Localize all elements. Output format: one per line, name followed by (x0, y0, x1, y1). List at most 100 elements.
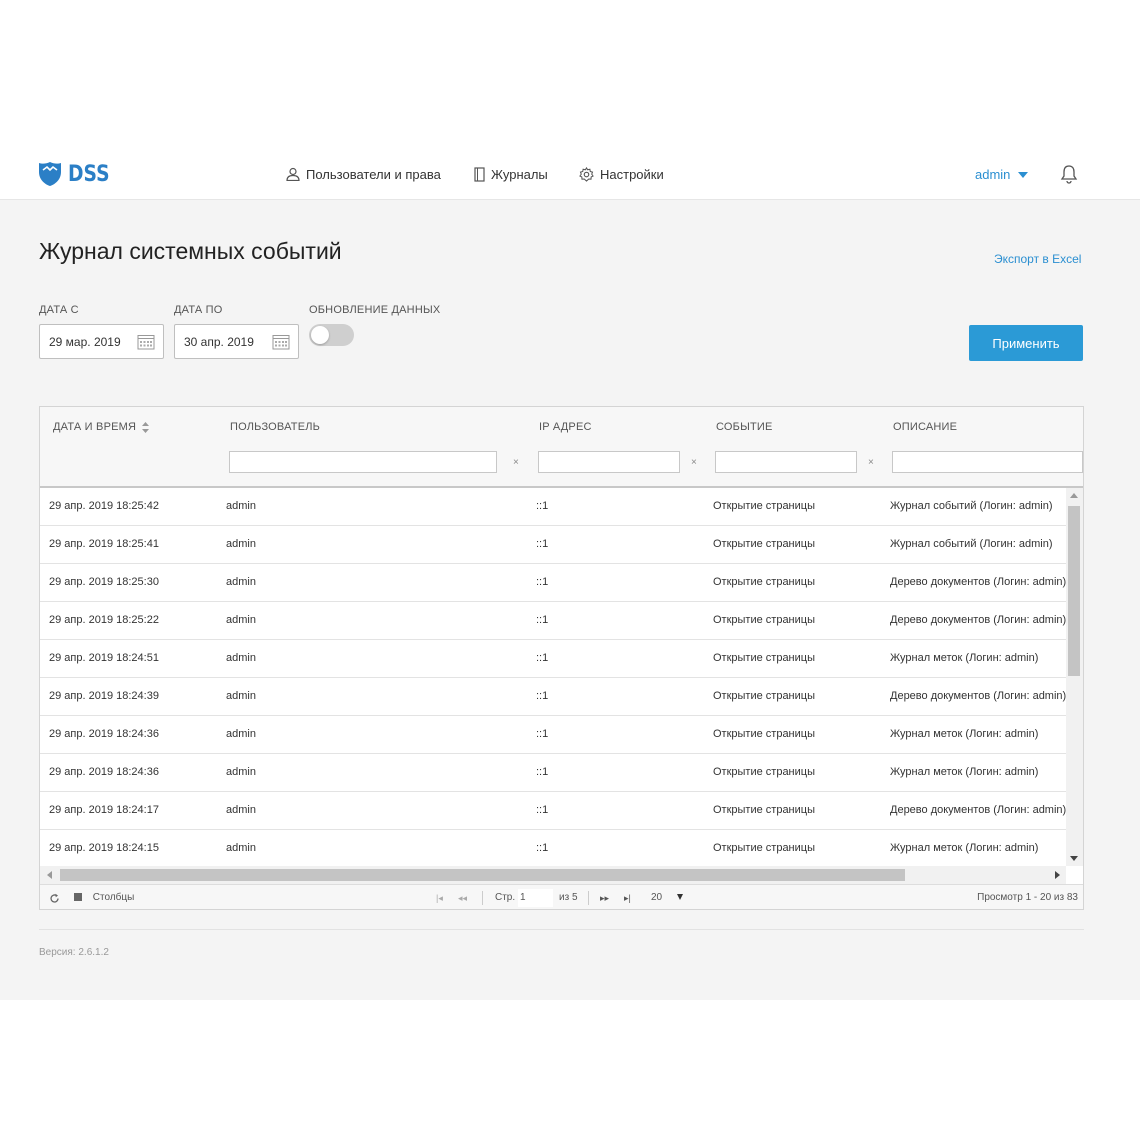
cell-event: Открытие страницы (713, 766, 815, 778)
cell-user: admin (226, 766, 256, 778)
filter-ip-input[interactable] (538, 451, 680, 473)
cell-user: admin (226, 690, 256, 702)
calendar-icon[interactable] (137, 334, 155, 350)
column-header-description[interactable]: ОПИСАНИЕ (893, 421, 957, 433)
column-header-user[interactable]: ПОЛЬЗОВАТЕЛЬ (230, 421, 320, 433)
cell-event: Открытие страницы (713, 728, 815, 740)
cell-datetime: 29 апр. 2019 18:25:30 (49, 576, 159, 588)
cell-datetime: 29 апр. 2019 18:25:41 (49, 538, 159, 550)
cell-description: Журнал меток (Логин: admin) (890, 766, 1039, 778)
refresh-toggle[interactable] (309, 324, 354, 346)
cell-ip: ::1 (536, 614, 549, 626)
pager-separator (588, 891, 589, 905)
date-to-field[interactable]: 30 апр. 2019 (174, 324, 299, 359)
page-number-input[interactable]: 1 (518, 889, 553, 907)
column-header-label: ДАТА И ВРЕМЯ (53, 421, 137, 433)
nav-users-rights[interactable]: Пользователи и права (286, 148, 441, 200)
table-row[interactable]: 29 апр. 2019 18:25:30 admin ::1 Открытие… (40, 564, 1066, 602)
nav-label: Пользователи и права (306, 166, 441, 182)
grid-header: ДАТА И ВРЕМЯ ПОЛЬЗОВАТЕЛЬ IP АДРЕС СОБЫТ… (40, 407, 1083, 488)
table-row[interactable]: 29 апр. 2019 18:25:22 admin ::1 Открытие… (40, 602, 1066, 640)
notifications-button[interactable] (1060, 164, 1078, 189)
clear-filter-ip[interactable]: × (691, 457, 697, 468)
table-row[interactable]: 29 апр. 2019 18:24:51 admin ::1 Открытие… (40, 640, 1066, 678)
logo-text: DSS (68, 161, 110, 187)
cell-event: Открытие страницы (713, 652, 815, 664)
vertical-scroll-thumb[interactable] (1068, 506, 1080, 676)
scroll-left-icon[interactable] (47, 871, 52, 879)
columns-button[interactable]: Столбцы (74, 885, 135, 909)
cell-ip: ::1 (536, 766, 549, 778)
logo[interactable]: DSS (38, 158, 117, 190)
filter-user-input[interactable] (229, 451, 497, 473)
cell-ip: ::1 (536, 538, 549, 550)
column-header-event[interactable]: СОБЫТИЕ (716, 421, 773, 433)
nav-journals[interactable]: Журналы (474, 148, 548, 200)
table-row[interactable]: 29 апр. 2019 18:25:42 admin ::1 Открытие… (40, 488, 1066, 526)
journal-icon (474, 166, 485, 182)
filter-event-input[interactable] (715, 451, 857, 473)
nav-label: Журналы (491, 166, 548, 182)
cell-description: Дерево документов (Логин: admin) (890, 804, 1066, 816)
page-size-select[interactable]: 20 (651, 885, 683, 909)
columns-icon (74, 893, 82, 901)
user-menu[interactable]: admin (975, 148, 1029, 200)
clear-filter-event[interactable]: × (868, 457, 874, 468)
user-icon (286, 167, 300, 181)
cell-event: Открытие страницы (713, 804, 815, 816)
top-navbar: DSS Пользователи и права Журналы Настрой… (0, 148, 1140, 200)
page-count: из 5 (559, 892, 578, 903)
horizontal-scrollbar[interactable] (40, 866, 1066, 884)
filter-description-input[interactable] (892, 451, 1083, 473)
column-header-ip[interactable]: IP АДРЕС (539, 421, 592, 433)
table-row[interactable]: 29 апр. 2019 18:24:36 admin ::1 Открытие… (40, 716, 1066, 754)
apply-button[interactable]: Применить (969, 325, 1083, 361)
calendar-icon[interactable] (272, 334, 290, 350)
cell-user: admin (226, 652, 256, 664)
scroll-down-icon[interactable] (1070, 856, 1078, 861)
cell-ip: ::1 (536, 690, 549, 702)
page-size-value: 20 (651, 892, 663, 903)
nav-label: Настройки (600, 166, 664, 182)
scroll-right-icon[interactable] (1055, 871, 1060, 879)
table-row[interactable]: 29 апр. 2019 18:24:15 admin ::1 Открытие… (40, 830, 1066, 866)
cell-user: admin (226, 500, 256, 512)
cell-description: Журнал событий (Логин: admin) (890, 500, 1053, 512)
columns-label: Столбцы (92, 892, 135, 903)
export-excel-link[interactable]: Экспорт в Excel (994, 252, 1081, 266)
cell-datetime: 29 апр. 2019 18:24:15 (49, 842, 159, 854)
column-header-datetime[interactable]: ДАТА И ВРЕМЯ (53, 421, 150, 433)
cell-datetime: 29 апр. 2019 18:24:36 (49, 728, 159, 740)
chevron-down-icon (1018, 172, 1029, 178)
nav-settings[interactable]: Настройки (579, 148, 664, 200)
shield-logo-icon (39, 162, 61, 186)
cell-user: admin (226, 576, 256, 588)
cell-description: Дерево документов (Логин: admin) (890, 614, 1066, 626)
table-row[interactable]: 29 апр. 2019 18:24:39 admin ::1 Открытие… (40, 678, 1066, 716)
user-name: admin (975, 166, 1011, 182)
clear-filter-user[interactable]: × (513, 457, 519, 468)
cell-description: Журнал меток (Логин: admin) (890, 842, 1039, 854)
bell-icon (1060, 165, 1078, 184)
last-page-icon[interactable]: ▸| (624, 885, 631, 909)
cell-datetime: 29 апр. 2019 18:24:36 (49, 766, 159, 778)
next-page-icon[interactable]: ▸▸ (600, 885, 609, 909)
table-row[interactable]: 29 апр. 2019 18:24:17 admin ::1 Открытие… (40, 792, 1066, 830)
prev-page-icon[interactable]: ◂◂ (458, 885, 467, 909)
cell-event: Открытие страницы (713, 500, 815, 512)
date-from-field[interactable]: 29 мар. 2019 (39, 324, 164, 359)
scroll-up-icon[interactable] (1070, 493, 1078, 498)
footer-divider (39, 929, 1084, 930)
date-to-value: 30 апр. 2019 (184, 334, 254, 349)
cell-event: Открытие страницы (713, 842, 815, 854)
vertical-scrollbar[interactable] (1066, 488, 1083, 866)
page-label: Стр. (495, 892, 516, 903)
table-row[interactable]: 29 апр. 2019 18:24:36 admin ::1 Открытие… (40, 754, 1066, 792)
cell-event: Открытие страницы (713, 538, 815, 550)
refresh-icon[interactable] (49, 893, 60, 904)
cell-user: admin (226, 728, 256, 740)
first-page-icon[interactable]: |◂ (436, 885, 443, 909)
table-row[interactable]: 29 апр. 2019 18:25:41 admin ::1 Открытие… (40, 526, 1066, 564)
sort-icon[interactable] (142, 421, 150, 433)
horizontal-scroll-thumb[interactable] (60, 869, 905, 881)
